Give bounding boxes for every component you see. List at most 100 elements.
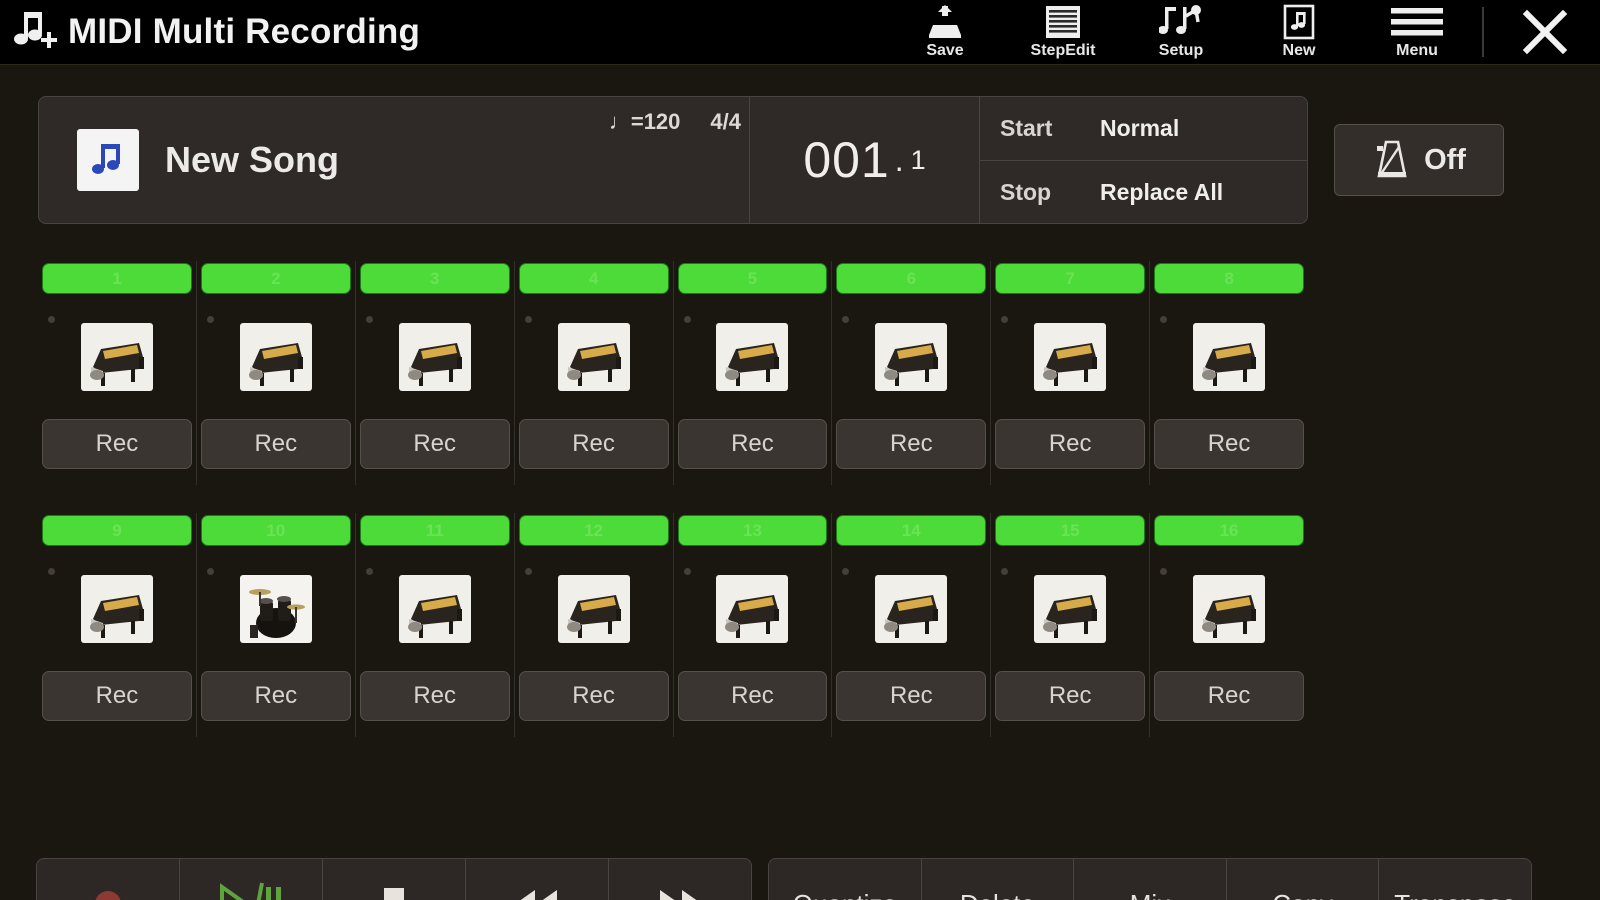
instrument-slot[interactable] (836, 294, 986, 419)
instrument-slot[interactable] (995, 294, 1145, 419)
instrument-slot[interactable] (1154, 294, 1304, 419)
mix-button[interactable]: Mix (1073, 859, 1226, 900)
stop-square-icon (384, 888, 404, 900)
channel-number: 10 (266, 520, 286, 540)
rec-button-6[interactable]: Rec (836, 419, 987, 469)
stop-button[interactable] (322, 859, 465, 900)
play-pause-button[interactable] (179, 859, 322, 900)
stop-mode-row[interactable]: Stop Replace All (980, 160, 1307, 223)
rec-button-11[interactable]: Rec (359, 671, 510, 721)
channel-button-16[interactable]: 16 (1154, 515, 1304, 546)
fast-forward-button[interactable] (608, 859, 751, 900)
instrument-slot[interactable] (42, 294, 192, 419)
rec-button-4[interactable]: Rec (518, 419, 669, 469)
channel-button-8[interactable]: 8 (1154, 263, 1304, 294)
track-indicator-dot (1160, 316, 1168, 323)
rec-button-14[interactable]: Rec (836, 671, 987, 721)
rec-button-13[interactable]: Rec (677, 671, 828, 721)
transpose-button[interactable]: Transpose (1378, 859, 1531, 900)
channel-button-13[interactable]: 13 (677, 515, 828, 546)
channel-number: 7 (1065, 268, 1075, 288)
instrument-slot[interactable] (836, 546, 986, 671)
grand-piano-icon (557, 574, 630, 643)
channel-button-1[interactable]: 1 (42, 263, 192, 294)
song-name: New Song (165, 139, 340, 180)
instrument-slot[interactable] (360, 546, 510, 671)
instrument-slot[interactable] (42, 546, 192, 671)
channel-button-14[interactable]: 14 (836, 515, 987, 546)
grand-piano-icon (875, 574, 948, 643)
save-icon (925, 2, 965, 42)
tempo-value: ♩=120 (608, 109, 681, 134)
channel-button-6[interactable]: 6 (836, 263, 987, 294)
rec-button-1[interactable]: Rec (42, 419, 192, 469)
instrument-slot[interactable] (201, 294, 351, 419)
stop-mode-value: Replace All (1100, 178, 1224, 205)
record-button[interactable] (37, 859, 179, 900)
rec-button-2[interactable]: Rec (200, 419, 351, 469)
position-separator: . (894, 141, 904, 178)
channel-button-3[interactable]: 3 (359, 263, 510, 294)
delete-button[interactable]: Delete (920, 859, 1074, 900)
instrument-slot[interactable] (519, 546, 669, 671)
grand-piano-icon (1193, 574, 1266, 643)
track-cell: 8 Rec (1149, 261, 1308, 485)
channel-button-11[interactable]: 11 (359, 515, 510, 546)
instrument-slot[interactable] (995, 546, 1145, 671)
instrument-slot[interactable] (678, 294, 828, 419)
channel-button-2[interactable]: 2 (200, 263, 351, 294)
track-indicator-dot (1160, 568, 1168, 575)
rec-button-9[interactable]: Rec (42, 671, 192, 721)
rec-button-3[interactable]: Rec (359, 419, 510, 469)
song-position-display[interactable]: 001 . 1 (749, 97, 979, 223)
track-cell: 10 Rec (195, 513, 355, 737)
channel-button-12[interactable]: 12 (518, 515, 669, 546)
rec-button-7[interactable]: Rec (995, 419, 1146, 469)
channel-button-4[interactable]: 4 (518, 263, 669, 294)
instrument-slot[interactable] (519, 294, 669, 419)
toolbar-button-setup[interactable]: Setup (1122, 0, 1240, 64)
page-title: MIDI Multi Recording (68, 12, 421, 51)
grand-piano-icon (239, 322, 312, 391)
rewind-button[interactable] (465, 859, 608, 900)
track-cell: 1 Rec (38, 261, 196, 485)
channel-number: 16 (1219, 520, 1239, 540)
metronome-button[interactable]: Off (1334, 124, 1504, 196)
track-indicator-dot (48, 316, 55, 323)
song-select-button[interactable]: New Song ♩=120 4/4 (39, 97, 749, 223)
grand-piano-icon (80, 322, 153, 391)
channel-button-9[interactable]: 9 (42, 515, 192, 546)
channel-number: 15 (1060, 520, 1080, 540)
notes-setup-icon (1159, 2, 1203, 42)
toolbar-button-menu[interactable]: Menu (1358, 0, 1476, 64)
channel-button-15[interactable]: 15 (995, 515, 1146, 546)
channel-button-7[interactable]: 7 (995, 263, 1146, 294)
grand-piano-icon (80, 574, 153, 643)
rec-button-10[interactable]: Rec (200, 671, 351, 721)
rec-button-16[interactable]: Rec (1154, 671, 1304, 721)
rec-label: Rec (572, 682, 615, 709)
rec-button-12[interactable]: Rec (518, 671, 669, 721)
rec-button-5[interactable]: Rec (677, 419, 828, 469)
toolbar-button-stepedit[interactable]: StepEdit (1004, 0, 1122, 64)
toolbar-button-save[interactable]: Save (886, 0, 1004, 64)
close-button[interactable] (1490, 0, 1600, 64)
rec-button-15[interactable]: Rec (995, 671, 1146, 721)
channel-number: 11 (425, 520, 444, 540)
grand-piano-icon (1034, 574, 1107, 643)
quantize-button[interactable]: Quantize (769, 859, 921, 900)
instrument-slot[interactable] (678, 546, 828, 671)
start-mode-row[interactable]: Start Normal (980, 97, 1307, 160)
instrument-slot[interactable] (1154, 546, 1304, 671)
toolbar-label-setup: Setup (1158, 42, 1204, 59)
instrument-slot[interactable] (360, 294, 510, 419)
rec-label: Rec (889, 430, 933, 457)
toolbar-button-new[interactable]: New (1240, 0, 1358, 64)
copy-button[interactable]: Copy (1225, 859, 1379, 900)
channel-button-10[interactable]: 10 (200, 515, 351, 546)
instrument-slot[interactable] (201, 546, 351, 671)
rec-label: Rec (572, 430, 615, 457)
rec-button-8[interactable]: Rec (1154, 419, 1304, 469)
track-indicator-dot (206, 568, 214, 575)
channel-button-5[interactable]: 5 (677, 263, 828, 294)
